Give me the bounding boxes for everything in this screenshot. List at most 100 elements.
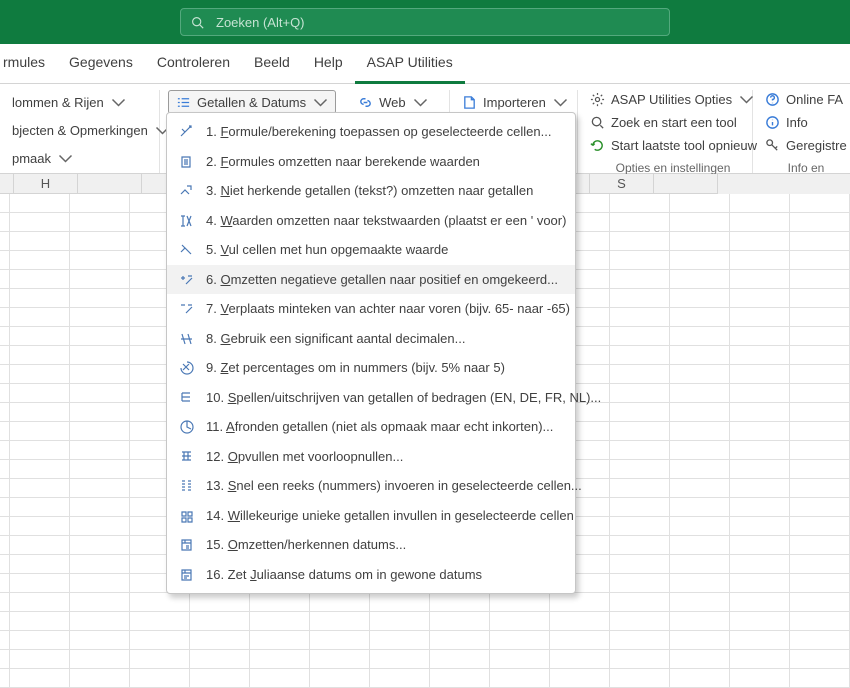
cell[interactable]: [790, 365, 850, 384]
cell[interactable]: [0, 669, 10, 688]
cell[interactable]: [10, 232, 70, 251]
cell[interactable]: [70, 403, 130, 422]
cell[interactable]: [790, 612, 850, 631]
cell[interactable]: [250, 593, 310, 612]
cell[interactable]: [370, 669, 430, 688]
cell[interactable]: [550, 650, 610, 669]
cell[interactable]: [70, 650, 130, 669]
cell[interactable]: [610, 327, 670, 346]
cell[interactable]: [730, 232, 790, 251]
cell[interactable]: [0, 232, 10, 251]
cell[interactable]: [190, 631, 250, 650]
cell[interactable]: [610, 441, 670, 460]
cell[interactable]: [730, 384, 790, 403]
btn-opmaak[interactable]: pmaak: [8, 146, 151, 170]
cell[interactable]: [790, 517, 850, 536]
cell[interactable]: [10, 517, 70, 536]
cell[interactable]: [310, 669, 370, 688]
cell[interactable]: [70, 194, 130, 213]
cell[interactable]: [0, 479, 10, 498]
cell[interactable]: [430, 612, 490, 631]
cell[interactable]: [670, 517, 730, 536]
cell[interactable]: [10, 669, 70, 688]
cell[interactable]: [670, 213, 730, 232]
cell[interactable]: [730, 289, 790, 308]
cell[interactable]: [730, 593, 790, 612]
cell[interactable]: [10, 536, 70, 555]
cell[interactable]: [0, 327, 10, 346]
cell[interactable]: [670, 308, 730, 327]
cell[interactable]: [670, 631, 730, 650]
tab-controleren[interactable]: Controleren: [145, 44, 242, 84]
cell[interactable]: [0, 441, 10, 460]
cell[interactable]: [670, 194, 730, 213]
cell[interactable]: [0, 251, 10, 270]
cell[interactable]: [790, 422, 850, 441]
btn-online-faq[interactable]: Online FA: [761, 90, 835, 109]
cell[interactable]: [70, 593, 130, 612]
cell[interactable]: [10, 460, 70, 479]
cell[interactable]: [730, 346, 790, 365]
cell[interactable]: [610, 612, 670, 631]
cell[interactable]: [610, 289, 670, 308]
cell[interactable]: [250, 650, 310, 669]
cell[interactable]: [610, 251, 670, 270]
column-header[interactable]: G: [0, 174, 14, 194]
cell[interactable]: [610, 308, 670, 327]
cell[interactable]: [70, 422, 130, 441]
cell[interactable]: [490, 631, 550, 650]
cell[interactable]: [0, 650, 10, 669]
cell[interactable]: [790, 384, 850, 403]
cell[interactable]: [670, 384, 730, 403]
cell[interactable]: [790, 631, 850, 650]
cell[interactable]: [10, 194, 70, 213]
menu-item-11[interactable]: 11. Afronden getallen (niet als opmaak m…: [167, 412, 575, 442]
cell[interactable]: [130, 631, 190, 650]
cell[interactable]: [610, 194, 670, 213]
cell[interactable]: [0, 631, 10, 650]
menu-item-10[interactable]: 10. Spellen/uitschrijven van getallen of…: [167, 383, 575, 413]
cell[interactable]: [610, 555, 670, 574]
cell[interactable]: [730, 327, 790, 346]
cell[interactable]: [10, 593, 70, 612]
cell[interactable]: [730, 213, 790, 232]
cell[interactable]: [0, 365, 10, 384]
cell[interactable]: [610, 346, 670, 365]
cell[interactable]: [730, 270, 790, 289]
menu-item-14[interactable]: 14. Willekeurige unieke getallen invulle…: [167, 501, 575, 531]
cell[interactable]: [0, 308, 10, 327]
cell[interactable]: [550, 631, 610, 650]
cell[interactable]: [610, 650, 670, 669]
cell[interactable]: [730, 555, 790, 574]
cell[interactable]: [610, 498, 670, 517]
cell[interactable]: [70, 270, 130, 289]
cell[interactable]: [370, 593, 430, 612]
cell[interactable]: [310, 650, 370, 669]
cell[interactable]: [0, 536, 10, 555]
menu-item-13[interactable]: 13. Snel een reeks (nummers) invoeren in…: [167, 471, 575, 501]
cell[interactable]: [550, 669, 610, 688]
cell[interactable]: [670, 251, 730, 270]
cell[interactable]: [370, 612, 430, 631]
cell[interactable]: [70, 327, 130, 346]
cell[interactable]: [430, 669, 490, 688]
cell[interactable]: [250, 612, 310, 631]
cell[interactable]: [610, 479, 670, 498]
cell[interactable]: [670, 422, 730, 441]
tab-asap-utilities[interactable]: ASAP Utilities: [355, 44, 465, 84]
cell[interactable]: [610, 422, 670, 441]
cell[interactable]: [730, 517, 790, 536]
menu-item-7[interactable]: 7. Verplaats minteken van achter naar vo…: [167, 294, 575, 324]
cell[interactable]: [790, 498, 850, 517]
cell[interactable]: [790, 669, 850, 688]
cell[interactable]: [10, 612, 70, 631]
cell[interactable]: [730, 650, 790, 669]
cell[interactable]: [130, 612, 190, 631]
cell[interactable]: [670, 479, 730, 498]
menu-item-1[interactable]: 1. Formule/berekening toepassen op gesel…: [167, 117, 575, 147]
cell[interactable]: [10, 441, 70, 460]
cell[interactable]: [70, 289, 130, 308]
cell[interactable]: [730, 422, 790, 441]
cell[interactable]: [610, 403, 670, 422]
cell[interactable]: [670, 593, 730, 612]
